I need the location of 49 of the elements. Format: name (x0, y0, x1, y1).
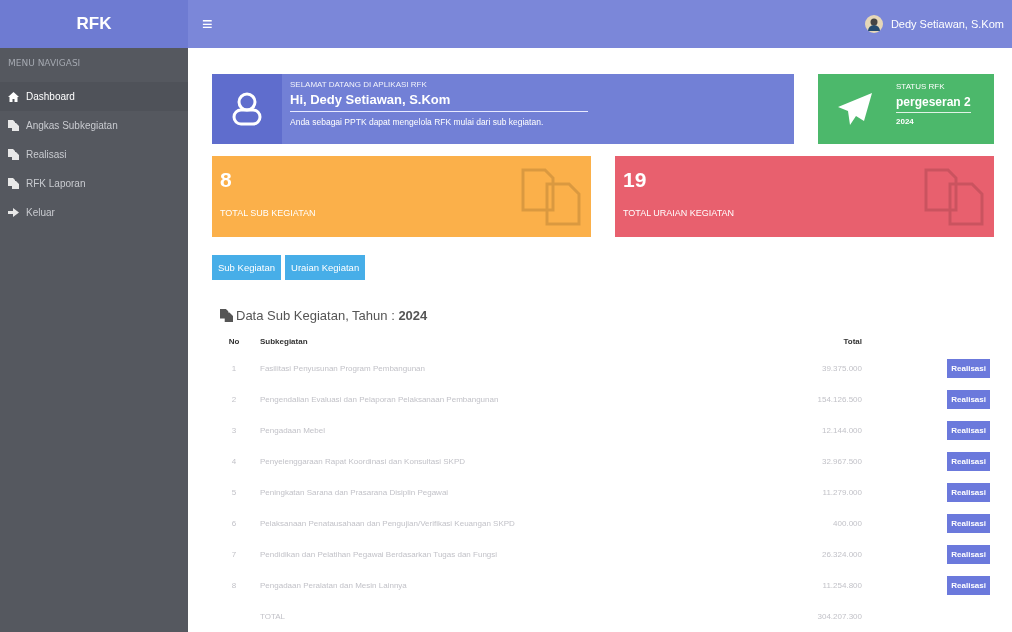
table-cell-text: 304.207.300 (816, 611, 863, 623)
stat-value: 19 (623, 168, 648, 192)
user-icon (232, 92, 262, 126)
stat-value: 8 (220, 168, 233, 192)
stat-label: TOTAL SUB KEGIATAN (220, 208, 317, 218)
exit-icon (8, 208, 19, 217)
filter-button[interactable]: Uraian Kegiatan (285, 255, 366, 280)
table-cell-text: 26.324.000 (820, 549, 863, 561)
files-icon (220, 309, 233, 322)
realisasi-button[interactable]: Realisasi (947, 576, 990, 595)
status-year: 2024 (896, 117, 915, 126)
sidebar-header: MENU NAVIGASI (7, 57, 82, 70)
table-cell-text: 12.144.000 (820, 425, 863, 437)
welcome-title: Hi, Dedy Setiawan, S.Kom (290, 92, 588, 112)
sidebar-item[interactable]: RFK Laporan (0, 169, 188, 198)
status-label: STATUS RFK (896, 82, 946, 91)
app-logo: RFK (0, 0, 188, 48)
column-header: Total (842, 335, 863, 348)
realisasi-button[interactable]: Realisasi (947, 421, 990, 440)
paper-plane-icon (838, 93, 872, 125)
table-title: Data Sub Kegiatan, Tahun : 2024 (236, 308, 428, 323)
filter-button[interactable]: Sub Kegiatan (212, 255, 282, 280)
menu-button[interactable]: ≡ (198, 13, 217, 35)
realisasi-button[interactable]: Realisasi (947, 514, 990, 533)
sidebar-item[interactable]: Dashboard (0, 82, 188, 111)
files-icon (521, 168, 581, 226)
column-header: No (227, 335, 241, 348)
realisasi-button[interactable]: Realisasi (947, 359, 990, 378)
welcome-greeting: SELAMAT DATANG DI APLIKASI RFK (290, 80, 428, 89)
home-icon (8, 91, 19, 102)
table-cell-text: 154.126.500 (816, 394, 863, 406)
files-icon (8, 149, 19, 160)
status-value: pergeseran 2 (896, 95, 971, 113)
files-icon (8, 178, 19, 189)
sidebar-item[interactable]: Realisasi (0, 140, 188, 169)
sidebar-item[interactable]: Keluar (0, 198, 188, 227)
realisasi-button[interactable]: Realisasi (947, 390, 990, 409)
avatar-icon (864, 15, 883, 33)
files-icon (8, 120, 19, 131)
column-header: Subkegiatan (259, 335, 309, 348)
files-icon (924, 168, 984, 226)
sidebar-item[interactable]: Angkas Subkegiatan (0, 111, 188, 140)
stat-label: TOTAL URAIAN KEGIATAN (623, 208, 736, 218)
realisasi-button[interactable]: Realisasi (947, 452, 990, 471)
realisasi-button[interactable]: Realisasi (947, 545, 990, 564)
welcome-message: Anda sebagai PPTK dapat mengelola RFK mulai dari sub kegiatan. (290, 117, 545, 127)
realisasi-button[interactable]: Realisasi (947, 483, 990, 502)
user-name[interactable]: Dedy Setiawan, S.Kom (890, 18, 1004, 30)
table-cell-text: 32.967.500 (820, 456, 863, 468)
